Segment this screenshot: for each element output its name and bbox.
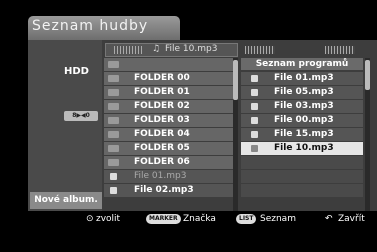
file-row[interactable]: File 02.mp3 <box>104 184 238 197</box>
close-hint: Zavřít <box>338 214 365 224</box>
program-row-label: File 03.mp3 <box>274 101 334 111</box>
program-row-label: File 00.mp3 <box>274 115 334 125</box>
music-file-icon <box>251 75 258 82</box>
program-row[interactable]: File 05.mp3 <box>241 86 363 99</box>
select-icon: ⊙ <box>86 214 94 224</box>
music-file-icon <box>251 103 258 110</box>
empty-program-row <box>241 156 363 169</box>
list-button-badge: LIST <box>236 214 257 224</box>
program-list: File 01.mp3 File 05.mp3 File 03.mp3 File 00… <box>241 72 363 198</box>
folder-row[interactable]: FOLDER 00 <box>104 72 238 85</box>
folder-icon <box>108 145 119 152</box>
row-label: FOLDER 01 <box>134 87 190 97</box>
empty-program-row <box>241 170 363 183</box>
program-row-label: File 05.mp3 <box>274 87 334 97</box>
program-list-header: Seznam programů <box>241 58 363 70</box>
folder-icon <box>108 103 119 110</box>
program-grill-right-decoration <box>325 46 355 54</box>
select-hint: zvolit <box>96 214 121 224</box>
music-file-icon <box>251 117 258 124</box>
path-grill-decoration <box>114 46 144 54</box>
playback-badge: 8▶◀0 <box>64 111 98 121</box>
folder-row[interactable]: FOLDER 03 <box>104 114 238 127</box>
program-row[interactable]: File 15.mp3 <box>241 128 363 141</box>
folder-icon <box>108 131 119 138</box>
folder-row[interactable]: FOLDER 05 <box>104 142 238 155</box>
program-row-label: File 01.mp3 <box>274 73 334 83</box>
list-hint: Seznam <box>260 214 296 224</box>
program-grill-left-decoration <box>245 46 275 54</box>
folder-icon <box>108 75 119 82</box>
row-label: File 01.mp3 <box>134 171 187 181</box>
folder-row[interactable]: FOLDER 06 <box>104 156 238 169</box>
music-file-icon <box>251 89 258 96</box>
program-row-label: File 10.mp3 <box>274 143 334 153</box>
row-label: FOLDER 05 <box>134 143 190 153</box>
folder-icon <box>108 89 119 96</box>
row-label: FOLDER 02 <box>134 101 190 111</box>
music-file-icon <box>251 145 258 152</box>
folder-row[interactable]: FOLDER 01 <box>104 86 238 99</box>
current-path: File 10.mp3 <box>165 44 218 54</box>
folder-icon <box>108 61 119 68</box>
new-album-button[interactable]: Nové album. <box>30 192 102 209</box>
folder-row[interactable]: FOLDER 04 <box>104 128 238 141</box>
music-file-icon <box>110 173 117 180</box>
marker-hint: Značka <box>183 214 216 224</box>
music-file-icon <box>251 131 258 138</box>
drive-label: HDD <box>64 66 89 77</box>
folder-row[interactable]: FOLDER 02 <box>104 100 238 113</box>
row-label: FOLDER 06 <box>134 157 190 167</box>
row-label: FOLDER 04 <box>134 129 190 139</box>
parent-folder-row[interactable] <box>104 58 238 71</box>
left-scroll-thumb[interactable] <box>233 60 238 100</box>
program-row[interactable]: File 00.mp3 <box>241 114 363 127</box>
folder-icon <box>108 117 119 124</box>
return-icon: ↶ <box>325 214 333 224</box>
page-title: Seznam hudby <box>32 18 149 34</box>
empty-program-row <box>241 184 363 197</box>
program-row[interactable]: File 01.mp3 <box>241 72 363 85</box>
marker-button-badge: MARKER <box>146 214 181 224</box>
row-label: File 02.mp3 <box>134 185 194 195</box>
file-row[interactable]: File 01.mp3 <box>104 170 238 183</box>
music-file-icon <box>110 187 117 194</box>
row-label: FOLDER 00 <box>134 73 190 83</box>
program-row[interactable]: File 03.mp3 <box>241 100 363 113</box>
program-row-label: File 15.mp3 <box>274 129 334 139</box>
music-note-icon: ♫ <box>152 44 161 54</box>
folder-icon <box>108 159 119 166</box>
folder-file-list: FOLDER 00 FOLDER 01 FOLDER 02 FOLDER 03 FOLD… <box>104 58 238 198</box>
program-row[interactable]: File 10.mp3 <box>241 142 363 155</box>
right-scroll-thumb[interactable] <box>365 60 370 90</box>
row-label: FOLDER 03 <box>134 115 190 125</box>
